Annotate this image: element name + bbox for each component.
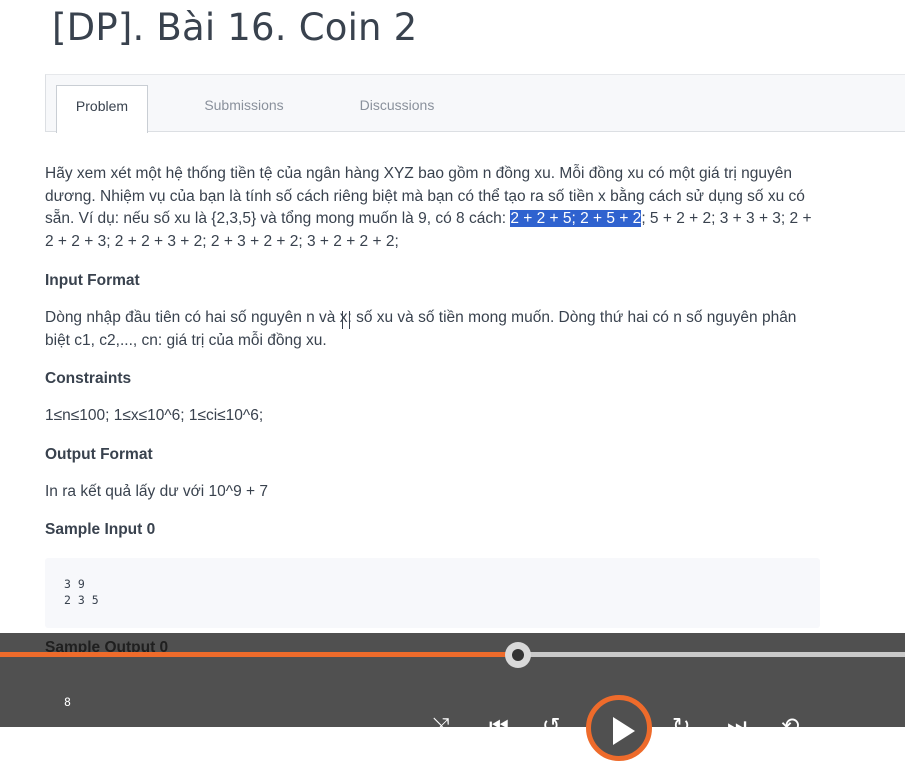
selected-text: 2 + 2 + 5; 2 + 5 + 2 [510, 210, 642, 227]
seek-progress [0, 652, 518, 657]
rewind-icon[interactable]: ↺ [542, 716, 560, 738]
page-title: [DP]. Bài 16. Coin 2 [52, 6, 418, 49]
sample-output-code: 8 [64, 695, 71, 709]
output-format-heading: Output Format [45, 446, 153, 463]
next-icon[interactable]: ⏭ [727, 716, 747, 738]
tab-submissions[interactable]: Submissions [186, 85, 302, 133]
tab-problem[interactable]: Problem [56, 85, 148, 133]
input-format-text: Dòng nhập đầu tiên có hai số nguyên n và… [45, 309, 797, 349]
seek-knob[interactable] [505, 642, 531, 668]
problem-statement: Hãy xem xét một hệ thống tiền tệ của ngâ… [45, 163, 820, 253]
sample-input-code: 3 9 2 3 5 [64, 577, 99, 607]
output-format-text: In ra kết quả lấy dư với 10^9 + 7 [45, 483, 268, 500]
constraints-heading: Constraints [45, 370, 132, 387]
tab-bar: Problem Submissions Discussions [45, 74, 905, 133]
input-format-heading: Input Format [45, 272, 140, 289]
repeat-icon[interactable]: ⟲ [781, 716, 799, 738]
sample-input-box: 3 9 2 3 5 [45, 558, 820, 628]
media-player-bar: Sample Output 0 8 ⤨ ⏮ ↺ ↻ ⏭ ⟲ [0, 633, 905, 761]
seek-track[interactable] [0, 652, 905, 657]
tab-discussions[interactable]: Discussions [342, 85, 452, 133]
play-button[interactable] [586, 695, 652, 761]
text-cursor-icon [342, 311, 350, 329]
constraints-text: 1≤n≤100; 1≤x≤10^6; 1≤ci≤10^6; [45, 407, 264, 424]
forward-icon[interactable]: ↻ [672, 716, 690, 738]
shuffle-icon[interactable]: ⤨ [432, 716, 450, 738]
previous-icon[interactable]: ⏮ [489, 716, 509, 738]
sample-input-heading: Sample Input 0 [45, 521, 156, 538]
play-icon [613, 717, 635, 745]
